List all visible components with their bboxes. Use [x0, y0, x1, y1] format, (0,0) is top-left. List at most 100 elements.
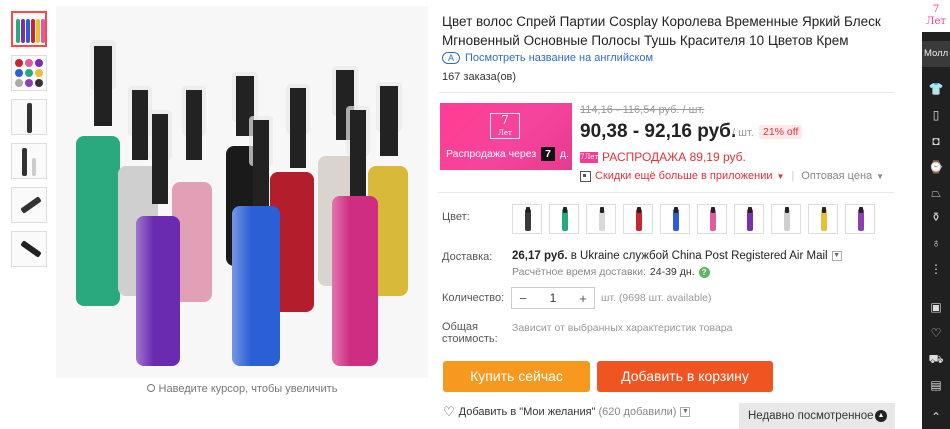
wholesale-price-link[interactable]: Оптовая цена ▼ [801, 170, 884, 182]
recently-viewed-label: Недавно посмотренное [748, 410, 874, 422]
zoom-hint: Наведите курсор, чтобы увеличить [56, 383, 428, 395]
sidebar-logo-top: 7 [932, 4, 940, 15]
watch-icon[interactable]: ⌚ [922, 160, 950, 174]
shipping-dropdown-icon[interactable]: ▼ [831, 251, 842, 261]
phone-icon[interactable]: ▯ [922, 108, 950, 122]
more-icon[interactable]: ⋮ [922, 262, 950, 276]
separator: | [791, 170, 795, 182]
delivery-time-label: Расчётное время доставки: [512, 266, 646, 278]
color-swatch[interactable] [771, 204, 801, 234]
shipping-label: Доставка: [442, 251, 493, 263]
swatch-cap [711, 207, 715, 213]
color-swatch[interactable] [808, 204, 838, 234]
quantity-stepper: − 1 + [511, 287, 595, 309]
swatch-cap [563, 207, 567, 213]
shipping-info: 26,17 руб. в Ukraine службой China Post … [512, 250, 842, 262]
sidebar-mall[interactable]: Молл [922, 41, 950, 67]
sale-price-line: 7Лет РАСПРОДАЖА 89,19 руб. [580, 150, 746, 164]
wholesale-label: Оптовая цена [801, 170, 873, 182]
color-swatch[interactable] [623, 204, 653, 234]
total-label: Общая стоимость: [442, 321, 498, 345]
thumbnail-4[interactable] [11, 143, 47, 179]
delivery-time-value: 24-39 дн. [649, 266, 695, 278]
color-swatch[interactable] [697, 204, 727, 234]
chevron-down-icon[interactable]: ▼ [777, 172, 785, 181]
swatch-cap [785, 207, 789, 213]
swatch-cap [822, 207, 826, 213]
app-discount-row: Скидки ещё больше в приложении ▼ | Оптов… [580, 170, 884, 182]
qr-code-icon [580, 170, 591, 182]
chevron-down-icon: ▼ [876, 171, 885, 181]
product-title: Цвет волос Спрей Партии Cosplay Королева… [442, 14, 881, 48]
swatch-cap [637, 207, 641, 213]
sidebar-logo[interactable]: 7 Лет [922, 0, 950, 32]
buy-now-button[interactable]: Купить сейчас [443, 361, 590, 392]
shirt-icon[interactable]: 👕 [922, 82, 950, 96]
thumbnail-6[interactable] [11, 231, 47, 267]
thumbnail-5[interactable] [11, 187, 47, 223]
discount-badge: 21% off [759, 125, 803, 139]
stock-info: шт. (9698 шт. available) [601, 292, 712, 304]
promo-sale-text: Распродажа через [446, 148, 537, 160]
thumbnail-2[interactable] [11, 55, 47, 91]
color-swatch[interactable] [660, 204, 690, 234]
shipping-price: 26,17 руб. [512, 250, 568, 262]
bottle-icon[interactable]: ⚱ [922, 210, 950, 224]
ai-translate-icon: A [442, 52, 460, 64]
product-image[interactable] [56, 6, 428, 378]
color-swatch[interactable] [845, 204, 875, 234]
help-icon[interactable]: ? [698, 266, 710, 278]
orders-count: 167 заказа(ов) [442, 71, 517, 83]
divider [438, 192, 894, 193]
app-discount-link[interactable]: Скидки ещё больше в приложении [595, 170, 773, 182]
shipping-method: в Ukraine службой China Post Registered … [570, 250, 828, 262]
wishlist-label: Добавить в "Мои желания" [458, 406, 596, 418]
recently-viewed-bar[interactable]: Недавно посмотренное ▲ [739, 403, 895, 429]
decrease-button[interactable]: − [512, 291, 534, 306]
translate-link-label: Посмотреть название на английском [465, 52, 654, 64]
sidebar-logo-bottom: Лет [926, 16, 946, 27]
chevron-up-icon: ▲ [875, 410, 887, 422]
current-price: 90,38 - 92,16 руб. [580, 121, 737, 142]
promo-days: 7 [541, 147, 555, 161]
camera-icon[interactable]: ◘ [922, 134, 950, 148]
add-to-cart-button[interactable]: Добавить в корзину [597, 361, 773, 392]
increase-button[interactable]: + [572, 291, 594, 306]
promo-countdown: Распродажа через 7 д. [446, 147, 569, 161]
coupon-icon[interactable]: ▣ [922, 300, 950, 314]
total-value: Зависит от выбранных характеристик товар… [512, 322, 733, 334]
swatch-cap [748, 207, 752, 213]
translate-link[interactable]: A Посмотреть название на английском [442, 52, 653, 64]
sale-price: РАСПРОДАЖА 89,19 руб. [602, 150, 746, 164]
quantity-input[interactable]: 1 [534, 291, 572, 305]
promo-logo-bottom: Лет [498, 129, 512, 137]
chevron-up-icon[interactable]: ⌃ [922, 410, 950, 424]
wishlist-count: (620 добавили) [598, 406, 677, 418]
wishlist-link[interactable]: ♡ Добавить в "Мои желания" (620 добавили… [443, 404, 691, 420]
promo-logo: 7 Лет [490, 113, 520, 139]
color-label: Цвет: [442, 211, 470, 223]
cart-icon[interactable]: ⛟ [922, 352, 950, 368]
thumbnail-1[interactable] [11, 11, 47, 47]
delivery-time: Расчётное время доставки: 24-39 дн. ? [512, 266, 710, 278]
promo-banner: 7 Лет Распродажа через 7 д. [440, 103, 572, 170]
wishlist-dropdown-icon[interactable]: ▼ [680, 407, 691, 417]
color-swatches [512, 204, 882, 234]
bag-icon[interactable]: ▤ [922, 378, 950, 392]
heart-icon[interactable]: ♡ [922, 326, 950, 340]
total-label-line2: стоимость: [442, 333, 498, 345]
shoe-icon[interactable]: ⏢ [922, 186, 950, 201]
color-swatch[interactable] [586, 204, 616, 234]
old-price: 114,16 - 116,54 руб. / шт. [580, 104, 705, 116]
price-unit: / шт. [732, 127, 754, 139]
color-swatch[interactable] [512, 204, 542, 234]
thumbnail-3[interactable] [11, 99, 47, 135]
swatch-cap [674, 207, 678, 213]
swatch-cap [859, 207, 863, 213]
ring-icon[interactable]: ♁ [922, 236, 950, 250]
promo-days-suffix: д. [559, 148, 569, 160]
quantity-label: Количество: [442, 292, 505, 304]
color-swatch[interactable] [549, 204, 579, 234]
mascara-bottles-illustration [76, 40, 408, 366]
color-swatch[interactable] [734, 204, 764, 234]
